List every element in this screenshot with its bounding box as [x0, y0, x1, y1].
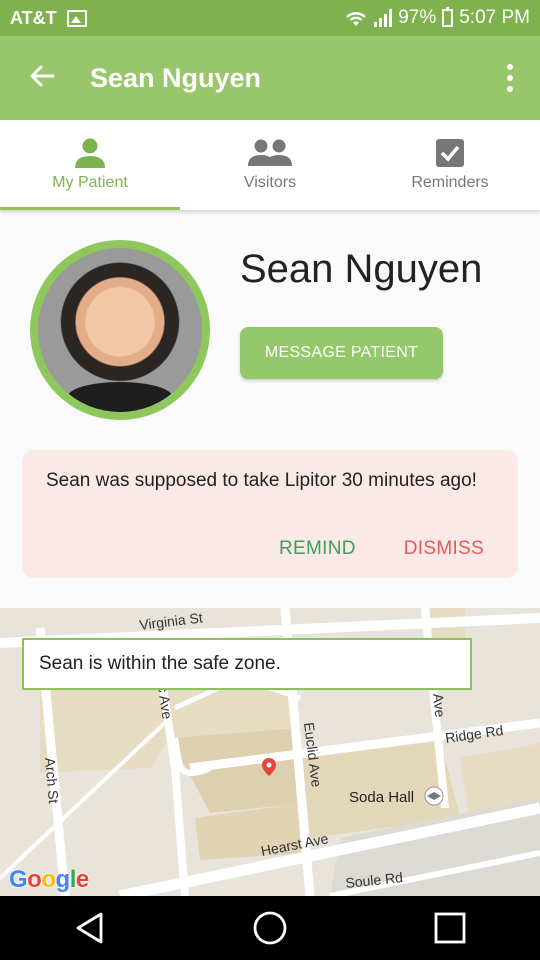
medication-alert-card: Sean was supposed to take Lipitor 30 min… — [22, 450, 518, 578]
street-label: Ridge Rd — [444, 722, 504, 746]
recents-nav-icon[interactable] — [433, 911, 467, 945]
message-patient-button[interactable]: MESSAGE PATIENT — [240, 327, 443, 379]
back-nav-icon[interactable] — [73, 911, 107, 945]
overflow-menu-button[interactable] — [480, 64, 540, 92]
tab-label: Visitors — [243, 174, 297, 191]
clock: 5:07 PM — [459, 7, 530, 28]
alert-actions: REMIND DISMISS — [279, 538, 484, 560]
dismiss-button[interactable]: DISMISS — [404, 538, 484, 560]
tab-bar: My Patient Visitors Reminders — [0, 120, 540, 211]
home-nav-icon[interactable] — [252, 910, 288, 946]
place-label: Soda Hall — [349, 789, 414, 806]
patient-name: Sean Nguyen — [240, 247, 483, 291]
safe-zone-banner: Sean is within the safe zone. — [22, 638, 472, 690]
arrow-back-icon — [30, 65, 55, 87]
person-icon — [75, 138, 105, 168]
street-label: Arch St — [42, 757, 62, 804]
street-label: Ave — [430, 693, 448, 719]
status-right: 97% 5:07 PM — [344, 7, 530, 29]
battery-icon — [442, 7, 454, 27]
avatar-photo — [38, 248, 202, 412]
remind-button[interactable]: REMIND — [279, 538, 356, 560]
alert-text: Sean was supposed to take Lipitor 30 min… — [46, 470, 477, 491]
status-bar: AT&T 97% 5:07 PM — [0, 0, 540, 36]
tab-my-patient[interactable]: My Patient — [0, 120, 180, 210]
wifi-icon — [346, 12, 367, 26]
app-bar: Sean Nguyen — [0, 36, 540, 120]
checkbox-icon — [436, 139, 464, 167]
patient-avatar — [30, 240, 210, 420]
signal-icon — [374, 9, 393, 27]
battery-percent: 97% — [398, 7, 437, 28]
tab-label: My Patient — [52, 174, 128, 191]
app-bar-title: Sean Nguyen — [90, 62, 262, 93]
back-button[interactable] — [0, 61, 84, 95]
carrier-label: AT&T — [10, 7, 57, 28]
more-vert-icon — [507, 64, 513, 70]
google-logo: Google — [9, 866, 89, 893]
group-icon — [248, 139, 292, 166]
tab-visitors[interactable]: Visitors — [180, 120, 360, 210]
tab-label: Reminders — [411, 174, 489, 191]
tab-reminders[interactable]: Reminders — [360, 120, 540, 210]
image-notification-icon — [66, 9, 87, 27]
system-nav-bar — [0, 896, 540, 960]
